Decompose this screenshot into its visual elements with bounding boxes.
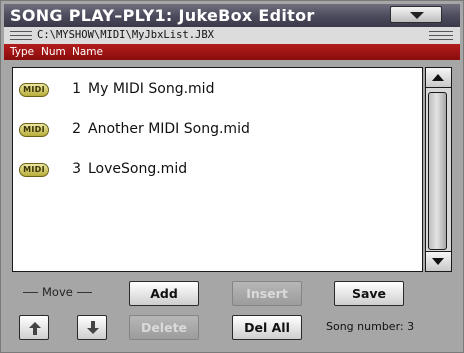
jukebox-editor-window: SONG PLAY–PLY1: JukeBox Editor C:\MYSHOW… <box>0 0 464 353</box>
song-name: Another MIDI Song.mid <box>88 121 250 137</box>
list-item[interactable]: MIDI 1 My MIDI Song.mid <box>13 70 422 110</box>
midi-type-badge: MIDI <box>19 163 49 177</box>
add-button[interactable]: Add <box>129 281 199 306</box>
delete-button[interactable]: Delete <box>129 315 199 340</box>
list-header: Type Num Name <box>4 44 460 60</box>
window-title: SONG PLAY–PLY1: JukeBox Editor <box>10 6 315 25</box>
song-name: My MIDI Song.mid <box>88 81 215 97</box>
page-menu-button[interactable] <box>390 6 442 23</box>
move-text: Move <box>42 285 73 299</box>
midi-type-badge: MIDI <box>19 123 49 137</box>
triangle-up-icon <box>432 74 444 81</box>
scrollbar-thumb[interactable] <box>428 92 447 250</box>
insert-button[interactable]: Insert <box>232 281 302 306</box>
song-number-value: 3 <box>407 320 415 333</box>
song-num: 1 <box>72 81 81 97</box>
path-bar: C:\MYSHOW\MIDI\MyJbxList.JBX <box>4 27 460 44</box>
song-name: LoveSong.mid <box>88 161 188 177</box>
divider <box>76 291 92 293</box>
save-button[interactable]: Save <box>334 281 404 306</box>
list-item[interactable]: MIDI 2 Another MIDI Song.mid <box>13 110 422 150</box>
midi-type-badge: MIDI <box>19 83 49 97</box>
divider <box>23 291 38 293</box>
move-label: Move <box>19 285 96 299</box>
column-header-name: Name <box>72 46 103 58</box>
delete-all-button[interactable]: Del All <box>232 315 302 340</box>
song-list[interactable]: MIDI 1 My MIDI Song.mid MIDI 2 Another M… <box>12 67 423 272</box>
song-number-readout: Song number: 3 <box>326 320 414 333</box>
file-path: C:\MYSHOW\MIDI\MyJbxList.JBX <box>37 29 215 41</box>
list-item[interactable]: MIDI 3 LoveSong.mid <box>13 150 422 190</box>
scroll-up-button[interactable] <box>426 68 451 88</box>
triangle-down-icon <box>432 258 444 265</box>
list-scrollbar[interactable] <box>425 67 452 272</box>
lines-icon <box>10 31 32 40</box>
column-header-num: Num <box>41 46 66 58</box>
lines-icon <box>429 31 453 40</box>
song-num: 2 <box>72 121 81 137</box>
move-down-button[interactable] <box>77 315 107 340</box>
song-number-label: Song number: <box>326 320 404 333</box>
chevron-down-icon <box>410 12 424 19</box>
scroll-down-button[interactable] <box>426 251 451 271</box>
column-header-type: Type <box>10 46 35 58</box>
arrow-down-icon <box>87 328 99 334</box>
move-up-button[interactable] <box>19 315 49 340</box>
song-num: 3 <box>72 161 81 177</box>
